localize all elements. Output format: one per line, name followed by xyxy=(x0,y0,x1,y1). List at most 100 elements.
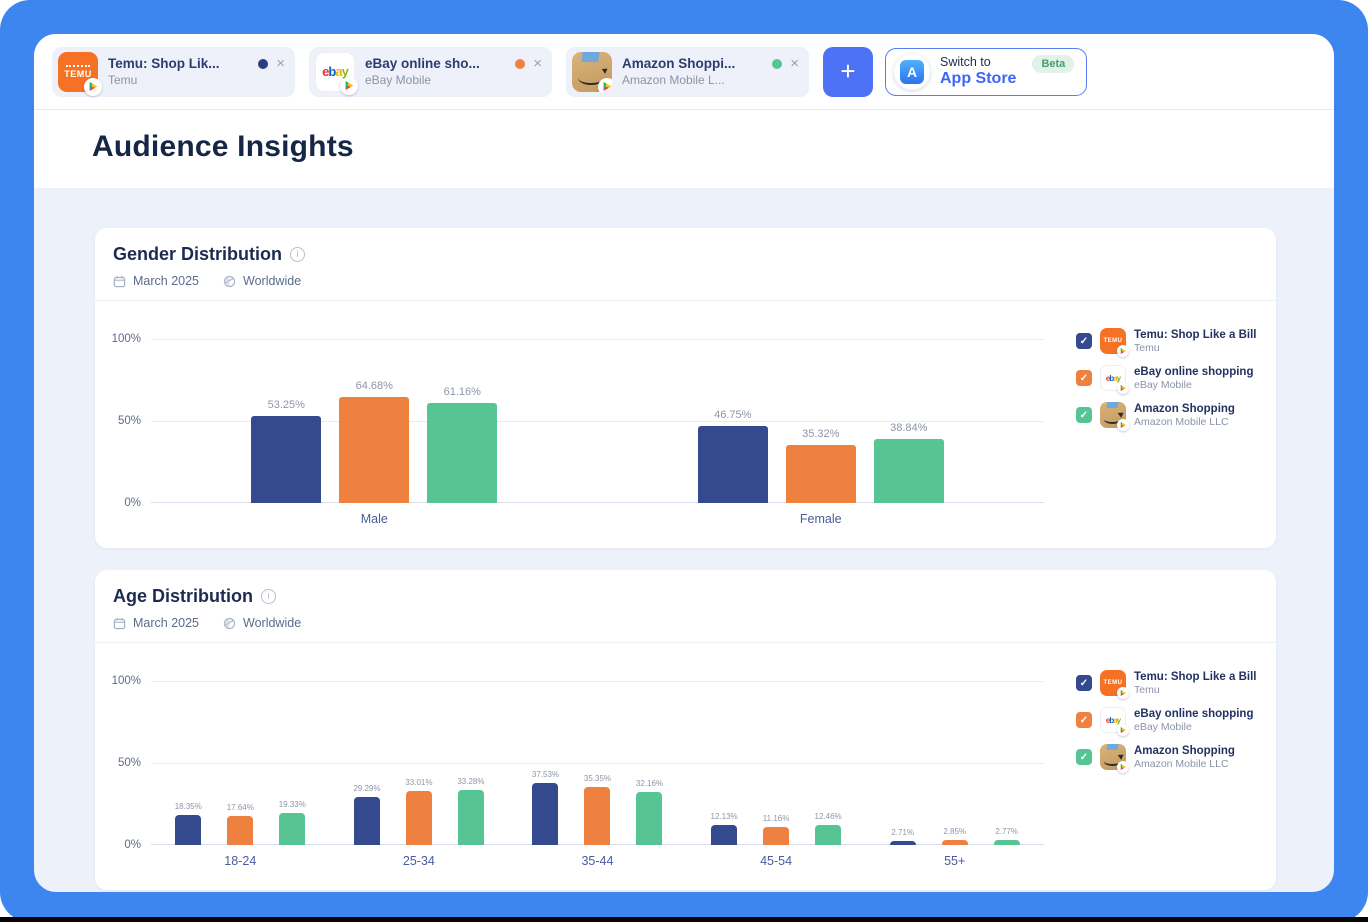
bar-value-label: 53.25% xyxy=(268,399,305,411)
app-tab-temu[interactable]: TEMU Temu: Shop Lik... × Temu xyxy=(52,47,295,97)
page-header: Audience Insights xyxy=(34,110,1334,188)
bar[interactable]: 37.53% xyxy=(532,783,558,845)
legend-app-name: eBay online shopping & ... xyxy=(1134,366,1256,378)
bar-value-label: 33.01% xyxy=(405,778,432,787)
checkbox-checked[interactable]: ✓ xyxy=(1076,407,1092,423)
x-tick-label: 45-54 xyxy=(687,854,866,868)
legend-item-amazon[interactable]: ✓ Amazon ShoppingAmazon Mobile LLC xyxy=(1076,744,1262,770)
bar[interactable]: 35.32% xyxy=(786,445,856,503)
bar-value-label: 19.33% xyxy=(279,800,306,809)
x-tick-label: 18-24 xyxy=(151,854,330,868)
bar-value-label: 18.35% xyxy=(175,802,202,811)
bar[interactable]: 46.75% xyxy=(698,426,768,503)
x-tick-label: Male xyxy=(151,512,598,526)
card-filters: March 2025 Worldwide xyxy=(113,616,1256,630)
bar[interactable]: 53.25% xyxy=(251,416,321,503)
legend-app-name: eBay online shopping & ... xyxy=(1134,708,1256,720)
bar[interactable]: 2.85% xyxy=(942,840,968,845)
legend-app-name: Temu: Shop Like a Billio... xyxy=(1134,671,1256,683)
bar-group-55+: 2.71% 2.85% 2.77% xyxy=(865,840,1044,845)
bar[interactable]: 38.84% xyxy=(874,439,944,503)
series-color-dot xyxy=(515,59,525,69)
app-store-icon: A xyxy=(900,60,924,84)
bar-value-label: 11.16% xyxy=(763,814,790,823)
checkbox-checked[interactable]: ✓ xyxy=(1076,712,1092,728)
app-tab-ebay[interactable]: ebay eBay online sho... × eBay Mobile xyxy=(309,47,552,97)
bar[interactable]: 32.16% xyxy=(636,792,662,845)
legend-publisher: Temu xyxy=(1134,342,1256,354)
legend-item-temu[interactable]: ✓ TEMU Temu: Shop Like a Billio...Temu xyxy=(1076,328,1262,354)
close-icon[interactable]: × xyxy=(533,56,542,71)
checkbox-checked[interactable]: ✓ xyxy=(1076,675,1092,691)
bar[interactable]: 64.68% xyxy=(339,397,409,503)
google-play-badge-icon xyxy=(1117,382,1129,394)
app-tab-amazon[interactable]: Amazon Shoppi... × Amazon Mobile L... xyxy=(566,47,809,97)
bar[interactable]: 11.16% xyxy=(763,827,789,845)
google-play-badge-icon xyxy=(598,78,612,92)
bar-value-label: 32.16% xyxy=(636,779,663,788)
bar-value-label: 33.28% xyxy=(457,777,484,786)
bar[interactable]: 12.13% xyxy=(711,825,737,845)
bar[interactable]: 12.46% xyxy=(815,825,841,845)
ebay-icon-word: ebay xyxy=(322,64,348,79)
bar[interactable]: 18.35% xyxy=(175,815,201,845)
x-axis-labels: MaleFemale xyxy=(151,512,1044,548)
bar-group-45-54: 12.13% 11.16% 12.46% xyxy=(687,825,866,845)
age-chart: 0%50%100% 18.35% 17.64% 19.33% 29.29% 33.01%… xyxy=(95,643,1076,890)
bar-value-label: 2.77% xyxy=(995,827,1018,836)
bar[interactable]: 2.77% xyxy=(994,840,1020,845)
y-tick-label: 100% xyxy=(112,675,141,687)
tab-title: Amazon Shoppi... xyxy=(622,56,764,71)
checkbox-checked[interactable]: ✓ xyxy=(1076,333,1092,349)
bar-value-label: 12.46% xyxy=(815,812,842,821)
bar[interactable]: 2.71% xyxy=(890,841,916,845)
legend-publisher: Amazon Mobile LLC xyxy=(1134,758,1235,770)
add-app-button[interactable]: + xyxy=(823,47,873,97)
tab-title: Temu: Shop Lik... xyxy=(108,56,250,71)
legend-item-ebay[interactable]: ✓ ebay eBay online shopping & ...eBay Mo… xyxy=(1076,707,1262,733)
x-tick-label: Female xyxy=(598,512,1045,526)
gender-chart-plot: 53.25% 64.68% 61.16% 46.75% 35.32% 38.84% xyxy=(151,339,1044,503)
google-play-badge-icon xyxy=(1117,345,1129,357)
close-icon[interactable]: × xyxy=(790,56,799,71)
legend-item-ebay[interactable]: ✓ ebay eBay online shopping & ...eBay Mo… xyxy=(1076,365,1262,391)
legend-publisher: eBay Mobile xyxy=(1134,721,1256,733)
google-play-badge-icon xyxy=(1117,724,1129,736)
y-tick-label: 0% xyxy=(124,497,141,509)
beta-badge: Beta xyxy=(1032,55,1074,73)
tab-subtitle: Temu xyxy=(108,73,285,87)
globe-icon xyxy=(223,617,236,630)
bar-value-label: 37.53% xyxy=(532,770,559,779)
bar[interactable]: 17.64% xyxy=(227,816,253,845)
info-icon[interactable]: i xyxy=(290,247,305,262)
bar[interactable]: 33.28% xyxy=(458,790,484,845)
bar[interactable]: 33.01% xyxy=(406,791,432,845)
age-chart-plot: 18.35% 17.64% 19.33% 29.29% 33.01% 33.28% 37.5… xyxy=(151,681,1044,845)
period-label: March 2025 xyxy=(133,616,199,630)
switch-to-label: Switch to xyxy=(940,55,1016,69)
card-filters: March 2025 Worldwide xyxy=(113,274,1256,288)
checkbox-checked[interactable]: ✓ xyxy=(1076,370,1092,386)
bar-value-label: 35.32% xyxy=(802,428,839,440)
app-window: TEMU Temu: Shop Lik... × Temu ebay eBay … xyxy=(34,34,1334,892)
gender-chart: 0%50%100% 53.25% 64.68% 61.16% 46.75% 35.32%… xyxy=(95,301,1076,548)
y-axis-labels: 0%50%100% xyxy=(95,339,151,503)
close-icon[interactable]: × xyxy=(276,56,285,71)
app-store-label: App Store xyxy=(940,70,1016,88)
legend-item-amazon[interactable]: ✓ Amazon ShoppingAmazon Mobile LLC xyxy=(1076,402,1262,428)
amazon-icon-tape xyxy=(582,52,600,62)
legend-publisher: Temu xyxy=(1134,684,1256,696)
legend-item-temu[interactable]: ✓ TEMU Temu: Shop Like a Billio...Temu xyxy=(1076,670,1262,696)
switch-button-text: Switch to App Store xyxy=(940,55,1016,88)
y-axis-labels: 0%50%100% xyxy=(95,681,151,845)
bar-value-label: 2.71% xyxy=(891,828,914,837)
bar[interactable]: 35.35% xyxy=(584,787,610,845)
switch-to-app-store-button[interactable]: A Switch to App Store Beta xyxy=(885,48,1087,96)
bar[interactable]: 19.33% xyxy=(279,813,305,845)
checkbox-checked[interactable]: ✓ xyxy=(1076,749,1092,765)
region-label: Worldwide xyxy=(243,274,301,288)
info-icon[interactable]: i xyxy=(261,589,276,604)
bar[interactable]: 29.29% xyxy=(354,797,380,845)
ebay-app-icon: ebay xyxy=(315,52,355,92)
bar[interactable]: 61.16% xyxy=(427,403,497,503)
